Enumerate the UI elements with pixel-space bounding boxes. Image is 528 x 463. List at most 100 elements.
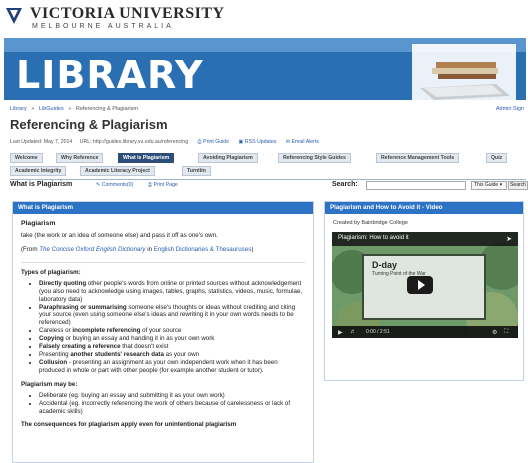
type-prefix: Careless or: [39, 326, 73, 334]
divider: [21, 261, 305, 263]
breadcrumb-separator: »: [31, 106, 35, 112]
comments-link[interactable]: ✎ Comments(0): [96, 182, 133, 188]
source-prefix: (From: [21, 246, 40, 254]
search-label: Search:: [332, 181, 358, 188]
tab-referencing-style-guides[interactable]: Referencing Style Guides: [278, 153, 351, 163]
type-term: Falsely creating a reference: [39, 343, 121, 351]
breadcrumb-library[interactable]: Library: [10, 106, 27, 112]
page-subbar: What is Plagiarism ✎ Comments(0) ⎙ Print…: [10, 181, 528, 191]
type-term: Collusion: [39, 359, 68, 367]
type-text: or buying an essay and handing it in as …: [63, 335, 215, 343]
tab-what-is-plagiarism[interactable]: What is Plagiarism: [118, 153, 175, 163]
box-header: What is Plagiarism: [13, 202, 313, 214]
may-be-list: Deliberate (eg. buying an essay and subm…: [39, 392, 305, 415]
video-player[interactable]: Plagiarism: How to avoid it ➤ D-day Turn…: [332, 232, 518, 338]
laptop-books-image: [412, 44, 516, 100]
admin-sign-in-link[interactable]: Admin Sign: [496, 106, 524, 112]
print-guide-label: Print Guide: [203, 139, 230, 145]
comments-label: Comments(0): [101, 182, 134, 188]
frame-title: D-day: [372, 260, 398, 270]
may-be-heading: Plagiarism may be:: [21, 380, 78, 388]
list-item: Falsely creating a reference that doesn'…: [39, 343, 305, 351]
box-content: Plagiarism take (the work or an idea of …: [13, 214, 313, 439]
volume-icon[interactable]: ♬: [350, 329, 356, 335]
types-heading: Types of plagiarism:: [21, 268, 81, 276]
site-header: VICTORIA UNIVERSITY MELBOURNE AUSTRALIA: [0, 0, 528, 40]
fullscreen-icon[interactable]: ⛶: [504, 329, 508, 336]
guide-url: URL: http://guides.library.vu.edu.au/ref…: [79, 139, 189, 145]
list-item: Careless or incomplete referencing of yo…: [39, 327, 305, 335]
video-time: 0:00 / 2:51: [366, 329, 390, 335]
tab-academic-literacy-project[interactable]: Academic Literacy Project: [80, 166, 155, 176]
search-button[interactable]: Search: [508, 181, 528, 190]
source-close: ): [251, 246, 254, 254]
tab-academic-integrity[interactable]: Academic Integrity: [10, 166, 67, 176]
print-page-link[interactable]: ⎙ Print Page: [148, 182, 178, 189]
print-page-label: Print Page: [153, 182, 178, 188]
print-guide-link[interactable]: ⎙ Print Guide: [198, 139, 230, 145]
types-list: Directly quoting other people's words fr…: [39, 280, 305, 374]
subpage-title: What is Plagiarism: [10, 181, 73, 188]
video-title-bar: Plagiarism: How to avoid it ➤: [332, 232, 518, 246]
type-text: - presenting an assignment as your own i…: [39, 359, 278, 374]
definition-source: (From The Concise Oxford English Diction…: [21, 246, 305, 254]
rss-link[interactable]: ▣ RSS Updates: [239, 139, 277, 145]
type-text: of your source: [140, 326, 182, 334]
type-text: that doesn't exist: [120, 343, 169, 351]
email-alerts-label: Email Alerts: [291, 139, 319, 145]
consequences-heading: The consequences for plagiarism apply ev…: [21, 421, 237, 429]
tab-why-reference[interactable]: Why Reference: [56, 153, 104, 163]
banner-title: LIBRARY: [16, 53, 204, 97]
dictionaries-collection-link[interactable]: English Dictionaries & Thesauruses: [154, 246, 252, 253]
settings-gear-icon[interactable]: ⚙: [492, 329, 497, 336]
type-term: Copying: [39, 335, 64, 343]
library-banner[interactable]: LIBRARY: [4, 38, 526, 100]
tab-avoiding-plagiarism[interactable]: Avoiding Plagiarism: [198, 153, 258, 163]
tab-welcome[interactable]: Welcome: [10, 153, 43, 163]
tab-quiz[interactable]: Quiz: [486, 153, 508, 163]
type-term: incomplete referencing: [72, 326, 141, 334]
list-item: Deliberate (eg. buying an essay and subm…: [39, 392, 305, 400]
list-item: Collusion - presenting an assignment as …: [39, 359, 305, 374]
last-updated: Last Updated: May 7, 2014: [10, 139, 73, 145]
list-item: Presenting another students' research da…: [39, 351, 305, 359]
play-icon: [418, 280, 425, 290]
search-scope-select[interactable]: This Guide ▾: [471, 181, 507, 190]
university-logo-icon: [6, 8, 22, 24]
breadcrumb-separator: »: [68, 106, 72, 112]
breadcrumb: Library » LibGuides » Referencing & Plag…: [10, 106, 141, 112]
chevron-down-icon: ▾: [499, 182, 503, 188]
dictionary-link[interactable]: The Concise Oxford English Dictionary: [39, 246, 145, 253]
email-alerts-link[interactable]: ✉ Email Alerts: [286, 139, 319, 145]
list-item: Copying or buying an essay and handing i…: [39, 335, 305, 343]
plagiarism-heading: Plagiarism: [21, 220, 56, 227]
list-item: Paraphrasing or summarising someone else…: [39, 304, 305, 327]
video-controls: ▶ ♬ 0:00 / 2:51 ⚙ ⛶: [332, 326, 518, 338]
video-title[interactable]: Plagiarism: How to avoid it: [338, 235, 409, 241]
guide-tabs: Welcome Why Reference What is Plagiarism…: [10, 150, 526, 180]
university-location: MELBOURNE AUSTRALIA: [32, 23, 174, 30]
play-control-icon[interactable]: ▶: [338, 329, 343, 336]
university-name[interactable]: VICTORIA UNIVERSITY: [30, 5, 225, 23]
type-term: Directly quoting: [39, 280, 87, 288]
definition-text: take (the work or an idea of someone els…: [21, 231, 218, 239]
type-term: Paraphrasing or summarising: [39, 303, 127, 311]
type-text: as your own: [163, 351, 200, 359]
share-icon[interactable]: ➤: [506, 235, 512, 243]
list-item: Accidental (eg. incorrectly referencing …: [39, 400, 305, 415]
breadcrumb-current: Referencing & Plagiarism: [75, 106, 138, 112]
page-title: Referencing & Plagiarism: [10, 117, 168, 132]
type-prefix: Presenting: [39, 351, 71, 359]
breadcrumb-libguides[interactable]: LibGuides: [39, 106, 64, 112]
search-input[interactable]: [366, 181, 466, 190]
video-box: Plagiarism and How to Avoid it - Video C…: [324, 201, 524, 381]
guide-meta: Last Updated: May 7, 2014 URL: http://gu…: [10, 139, 319, 146]
video-box-header: Plagiarism and How to Avoid it - Video: [325, 202, 523, 214]
source-in: in: [145, 246, 154, 254]
search-scope-value: This Guide: [474, 182, 499, 188]
rss-label: RSS Updates: [244, 139, 277, 145]
tab-turnitin[interactable]: Turnitin: [182, 166, 211, 176]
type-term: another students' research data: [70, 351, 164, 359]
tab-reference-management-tools[interactable]: Reference Management Tools: [376, 153, 460, 163]
what-is-plagiarism-box: What is Plagiarism Plagiarism take (the …: [12, 201, 314, 463]
